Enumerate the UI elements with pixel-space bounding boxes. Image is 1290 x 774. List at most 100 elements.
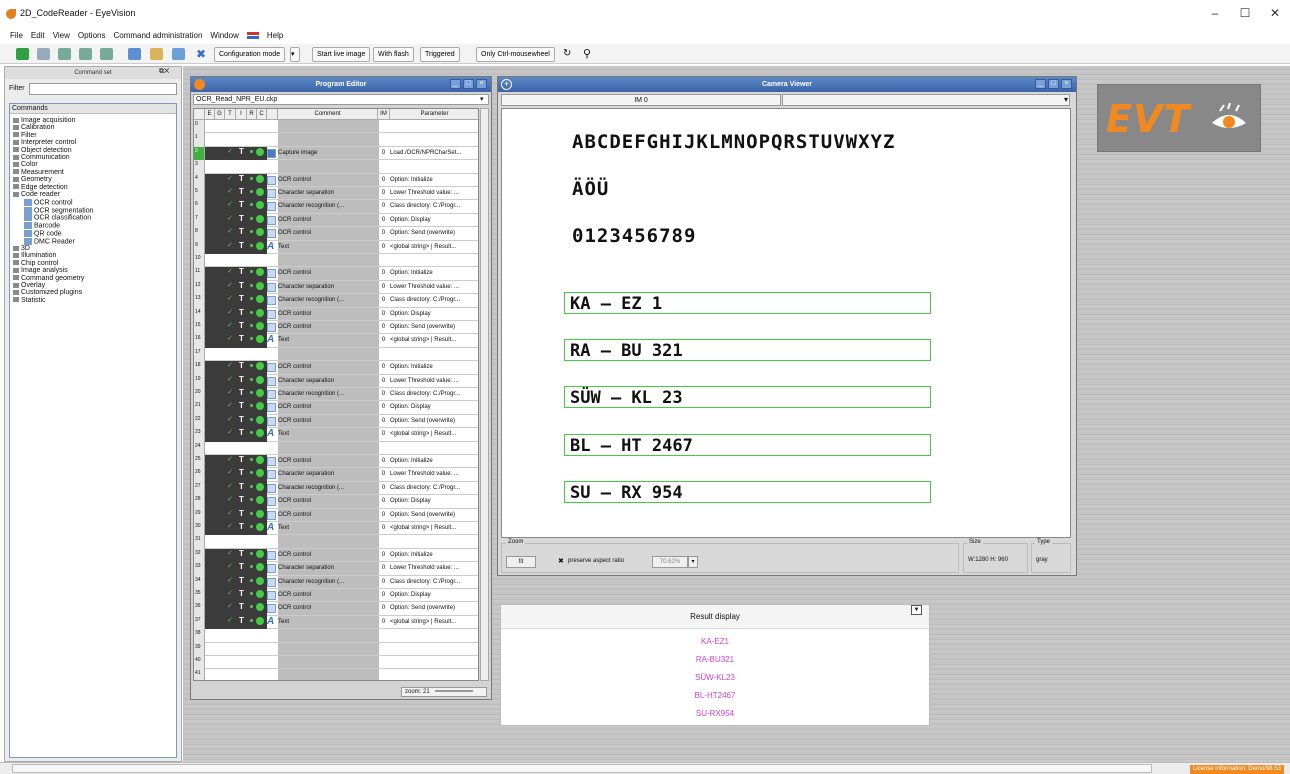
run-status-icon[interactable] [256,415,264,424]
row-parameter[interactable]: <global string> | Result... [390,522,478,532]
table-row[interactable]: 14 ✓ T OCR control 0 Option: Display [194,307,478,321]
row-comment[interactable]: Capture image [278,147,378,157]
menu-command-administration[interactable]: Command administration [113,31,202,40]
tree-item[interactable]: OCR control [24,198,73,206]
row-flags[interactable]: ✓ T [205,388,267,402]
row-parameter[interactable]: Option: Display [390,495,478,505]
row-comment[interactable]: Character recognition (... [278,388,378,398]
row-parameter[interactable]: Lower Threshold value: ... [390,468,478,478]
check-icon[interactable]: ✓ [227,309,233,316]
row-im[interactable] [378,120,389,130]
tree-item[interactable]: Illumination [13,252,56,259]
row-parameter[interactable] [390,643,478,653]
check-icon[interactable]: ✓ [227,268,233,275]
menu-file[interactable]: File [10,31,23,40]
row-flags[interactable] [205,442,267,455]
row-comment[interactable]: OCR control [278,361,378,371]
check-icon[interactable]: ✓ [227,456,233,463]
check-icon[interactable]: ✓ [227,335,233,342]
row-flags[interactable]: ✓ T [205,307,267,321]
col-comment[interactable]: Comment [278,109,378,120]
row-flags[interactable]: ✓ T [205,468,267,482]
row-im[interactable]: 0 [378,281,389,291]
row-flags[interactable]: ✓ T [205,495,267,509]
row-flags[interactable]: ✓ T [205,200,267,214]
row-comment[interactable]: OCR control [278,602,378,612]
row-comment[interactable]: OCR control [278,214,378,224]
table-row[interactable]: 26 ✓ T Character separation 0 Lower Threshold… [194,468,478,482]
row-parameter[interactable]: <global string> | Result... [390,334,478,344]
row-flags[interactable] [205,160,267,173]
row-im[interactable]: 0 [378,321,389,331]
col-g[interactable]: G [215,109,225,120]
chevron-down-icon[interactable]: ▼ [911,605,922,615]
row-flags[interactable] [205,643,267,656]
step-into-icon[interactable] [58,48,71,60]
row-im[interactable] [378,656,389,666]
close-button[interactable]: ✕ [1260,6,1290,20]
row-flags[interactable]: ✓ T [205,455,267,469]
row-comment[interactable]: OCR control [278,549,378,559]
tree-item[interactable]: Communication [13,154,70,161]
table-row[interactable]: 39 [194,642,478,656]
tree-item[interactable]: Measurement [13,169,64,176]
row-im[interactable]: 0 [378,616,389,626]
row-comment[interactable]: Text [278,616,378,626]
run-status-icon[interactable] [256,509,264,518]
row-im[interactable]: 0 [378,174,389,184]
row-im[interactable]: 0 [378,187,389,197]
row-parameter[interactable] [390,133,478,143]
check-icon[interactable]: ✓ [227,228,233,235]
check-icon[interactable]: ✓ [227,389,233,396]
row-im[interactable]: 0 [378,267,389,277]
table-row[interactable]: 4 ✓ T OCR control 0 Option: Initialize [194,173,478,187]
row-flags[interactable] [205,629,267,642]
row-parameter[interactable]: Lower Threshold value: ... [390,281,478,291]
row-comment[interactable] [278,133,378,143]
zoom-icon[interactable]: ⚲ [583,47,591,60]
run-status-icon[interactable] [256,201,264,210]
row-im[interactable] [378,133,389,143]
row-parameter[interactable]: Lower Threshold value: ... [390,562,478,572]
run-status-icon[interactable] [256,335,264,344]
check-icon[interactable]: ✓ [227,148,233,155]
tree-item[interactable]: Geometry [13,176,52,183]
row-flags[interactable]: ✓ T [205,615,267,630]
row-flags[interactable]: ✓ T [205,374,267,388]
row-comment[interactable]: Character recognition (... [278,294,378,304]
run-status-icon[interactable] [256,482,264,491]
row-im[interactable] [378,669,389,679]
tree-item[interactable]: Barcode [24,222,60,229]
row-im[interactable] [378,254,389,264]
row-comment[interactable] [278,629,378,639]
chevron-down-icon[interactable]: ▾ [480,95,484,103]
row-flags[interactable] [205,535,267,548]
row-im[interactable]: 0 [378,200,389,210]
row-comment[interactable] [278,535,378,545]
row-parameter[interactable]: Option: Initialize [390,361,478,371]
table-row[interactable]: 27 ✓ T Character recognition (... 0 Class dir… [194,481,478,496]
row-parameter[interactable]: Lower Threshold value: ... [390,187,478,197]
row-parameter[interactable]: Class directory: C:/Progr... [390,482,478,492]
row-parameter[interactable]: Option: Display [390,401,478,411]
table-row[interactable]: 5 ✓ T Character separation 0 Lower Threshold … [194,187,478,201]
row-comment[interactable] [278,254,378,264]
row-flags[interactable]: ✓ T [205,227,267,241]
table-row[interactable]: 10 [194,254,478,268]
row-im[interactable]: 0 [378,428,389,438]
check-icon[interactable]: ✓ [227,215,233,222]
run-status-icon[interactable] [256,214,264,223]
table-row[interactable]: 23 ✓ T A Text 0 <global string> | Result... [194,428,478,442]
check-icon[interactable]: ✓ [227,188,233,195]
restore-icon[interactable]: □ [1048,79,1059,89]
step-icon[interactable] [37,48,50,60]
row-parameter[interactable]: Class directory: C:/Progr... [390,294,478,304]
filter-input[interactable] [29,83,177,95]
table-row[interactable]: 13 ✓ T Character recognition (... 0 Class dir… [194,294,478,308]
minimize-icon[interactable]: _ [1035,79,1046,89]
row-im[interactable]: 0 [378,334,389,344]
tree-item[interactable]: QR code [24,229,62,237]
check-icon[interactable]: ✓ [227,362,233,369]
row-flags[interactable]: ✓ T [205,240,267,254]
table-row[interactable]: 18 ✓ T OCR control 0 Option: Initialize [194,361,478,375]
